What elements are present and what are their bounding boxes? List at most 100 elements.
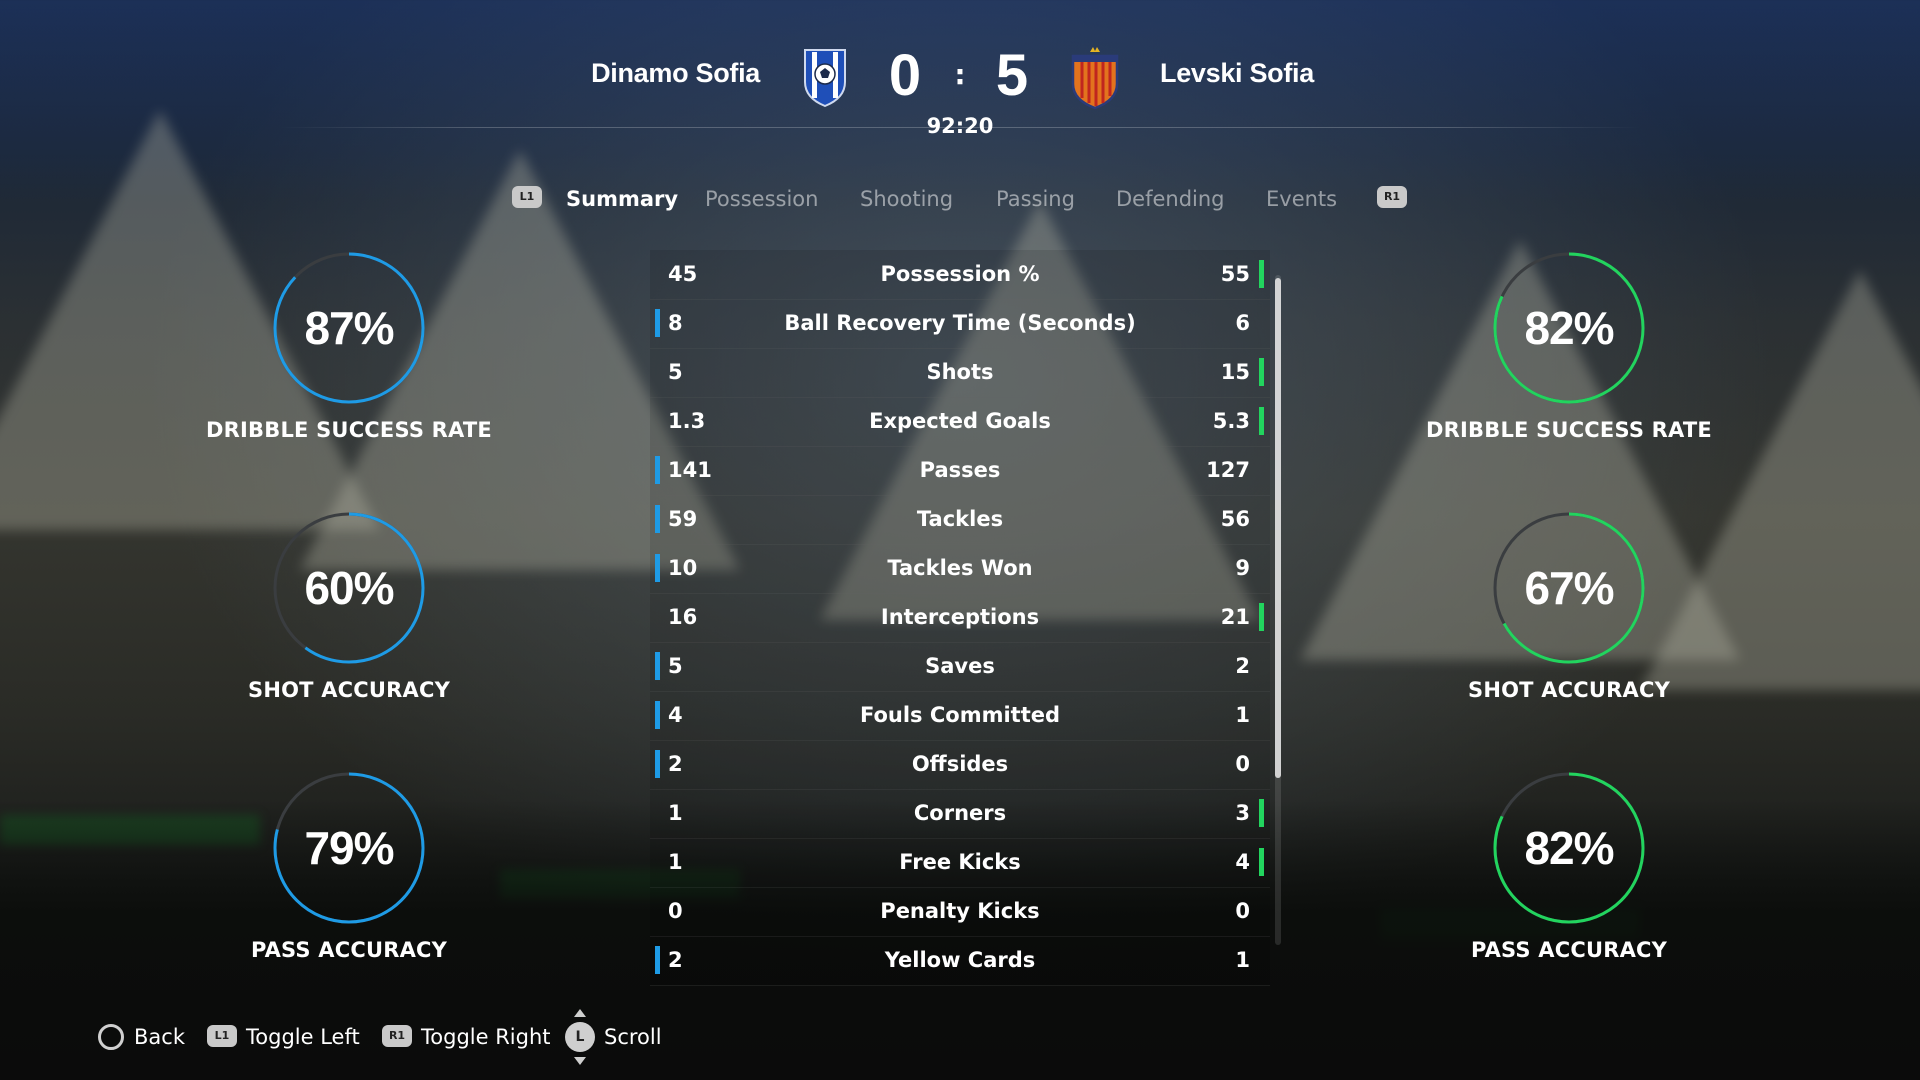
r1-button-icon[interactable]: R1 xyxy=(1377,186,1407,208)
stat-home-value: 10 xyxy=(668,556,698,580)
home-shot-label: SHOT ACCURACY xyxy=(248,678,450,702)
stat-home-value: 5 xyxy=(668,654,683,678)
tab-passing[interactable]: Passing xyxy=(996,187,1075,211)
stat-home-value: 8 xyxy=(668,311,683,335)
home-pass-ring: 79% xyxy=(269,768,429,928)
stat-home-value: 1 xyxy=(668,801,683,825)
stat-away-value: 56 xyxy=(1220,507,1250,531)
away-leader-bar xyxy=(1259,358,1264,386)
stats-scrollbar-thumb[interactable] xyxy=(1275,278,1281,778)
stat-away-value: 5.3 xyxy=(1212,409,1250,433)
stat-label: Offsides xyxy=(911,752,1009,776)
left-stick-icon[interactable]: L xyxy=(565,1022,595,1052)
home-shot-ring: 60% xyxy=(269,508,429,668)
stat-away-value: 3 xyxy=(1235,801,1250,825)
home-pass-label: PASS ACCURACY xyxy=(250,938,448,962)
stat-away-value: 55 xyxy=(1220,262,1250,286)
stat-home-value: 141 xyxy=(668,458,712,482)
stat-row: 0 Penalty Kicks 0 xyxy=(650,887,1270,937)
away-dribble-label: DRIBBLE SUCCESS RATE xyxy=(1426,418,1712,442)
stat-label: Tackles Won xyxy=(887,556,1033,580)
stat-home-value: 2 xyxy=(668,948,683,972)
stat-row: 8 Ball Recovery Time (Seconds) 6 xyxy=(650,299,1270,349)
stat-label: Passes xyxy=(919,458,1001,482)
tab-summary[interactable]: Summary xyxy=(566,187,678,211)
stat-label: Possession % xyxy=(880,262,1040,286)
back-hint-label[interactable]: Back xyxy=(134,1025,185,1049)
stat-row: 5 Saves 2 xyxy=(650,642,1270,692)
stat-row: 2 Offsides 0 xyxy=(650,740,1270,790)
r1-button-icon[interactable]: R1 xyxy=(382,1025,412,1047)
stat-label: Expected Goals xyxy=(869,409,1051,433)
scroll-down-arrow-icon xyxy=(574,1057,586,1065)
stat-label: Interceptions xyxy=(880,605,1040,629)
away-team-name: Levski Sofia xyxy=(1160,58,1314,88)
stat-home-value: 16 xyxy=(668,605,698,629)
l1-button-icon[interactable]: L1 xyxy=(207,1025,237,1047)
home-leader-bar xyxy=(655,946,660,974)
away-pass-ring: 82% xyxy=(1489,768,1649,928)
stats-table[interactable]: 45 Possession % 55 8 Ball Recovery Time (Sec… xyxy=(650,250,1270,986)
home-leader-bar xyxy=(655,701,660,729)
away-leader-bar xyxy=(1259,260,1264,288)
button-hints: Back L1 Toggle Left R1 Toggle Right L Sc… xyxy=(0,1009,1920,1065)
toggle-left-label[interactable]: Toggle Left xyxy=(246,1025,360,1049)
stat-away-value: 2 xyxy=(1235,654,1250,678)
home-leader-bar xyxy=(655,554,660,582)
match-clock: 92:20 xyxy=(926,114,994,138)
stat-row: 1 Free Kicks 4 xyxy=(650,838,1270,888)
toggle-right-label[interactable]: Toggle Right xyxy=(421,1025,551,1049)
tab-shooting[interactable]: Shooting xyxy=(860,187,953,211)
home-shot-value: 60% xyxy=(304,562,394,614)
away-team-crest-icon xyxy=(1070,46,1120,110)
stat-label: Penalty Kicks xyxy=(880,899,1040,923)
stat-away-value: 0 xyxy=(1235,899,1250,923)
away-leader-bar xyxy=(1259,603,1264,631)
stat-home-value: 1 xyxy=(668,850,683,874)
home-score: 0 xyxy=(888,43,922,108)
home-dribble-ring: 87% xyxy=(269,248,429,408)
stat-row: 1 Corners 3 xyxy=(650,789,1270,839)
tab-possession[interactable]: Possession xyxy=(705,187,818,211)
stat-away-value: 6 xyxy=(1235,311,1250,335)
stat-away-value: 0 xyxy=(1235,752,1250,776)
stat-label: Ball Recovery Time (Seconds) xyxy=(784,311,1136,335)
home-leader-bar xyxy=(655,309,660,337)
stat-label: Tackles xyxy=(916,507,1004,531)
stat-row: 16 Interceptions 21 xyxy=(650,593,1270,643)
stat-label: Yellow Cards xyxy=(884,948,1036,972)
stat-label: Corners xyxy=(913,801,1007,825)
stat-home-value: 4 xyxy=(668,703,683,727)
stat-row: 141 Passes 127 xyxy=(650,446,1270,496)
stat-row: 2 Yellow Cards 1 xyxy=(650,936,1270,986)
away-score: 5 xyxy=(995,43,1029,108)
l1-button-icon[interactable]: L1 xyxy=(512,186,542,208)
home-leader-bar xyxy=(655,750,660,778)
scroll-hint-label[interactable]: Scroll xyxy=(604,1025,662,1049)
circle-button-icon[interactable] xyxy=(98,1024,124,1050)
away-shot-value: 67% xyxy=(1524,562,1614,614)
home-team-name: Dinamo Sofia xyxy=(591,58,760,88)
ad-board xyxy=(0,815,260,845)
stat-home-value: 5 xyxy=(668,360,683,384)
score-separator: : xyxy=(954,58,966,91)
stat-label: Shots xyxy=(926,360,994,384)
tab-defending[interactable]: Defending xyxy=(1116,187,1225,211)
tab-events[interactable]: Events xyxy=(1266,187,1337,211)
away-shot-ring: 67% xyxy=(1489,508,1649,668)
stat-away-value: 4 xyxy=(1235,850,1250,874)
stat-label: Free Kicks xyxy=(899,850,1021,874)
home-dribble-value: 87% xyxy=(304,302,394,354)
header-divider xyxy=(280,127,1640,128)
stat-row: 4 Fouls Committed 1 xyxy=(650,691,1270,741)
match-header: Dinamo Sofia 0 : 5 Levski Sofia 92:20 xyxy=(0,0,1920,140)
home-leader-bar xyxy=(655,652,660,680)
stat-home-value: 45 xyxy=(668,262,698,286)
stat-away-value: 9 xyxy=(1235,556,1250,580)
scroll-up-arrow-icon xyxy=(574,1009,586,1017)
stat-home-value: 59 xyxy=(668,507,698,531)
stat-away-value: 1 xyxy=(1235,703,1250,727)
stat-home-value: 2 xyxy=(668,752,683,776)
home-team-crest-icon xyxy=(801,46,849,108)
home-leader-bar xyxy=(655,505,660,533)
